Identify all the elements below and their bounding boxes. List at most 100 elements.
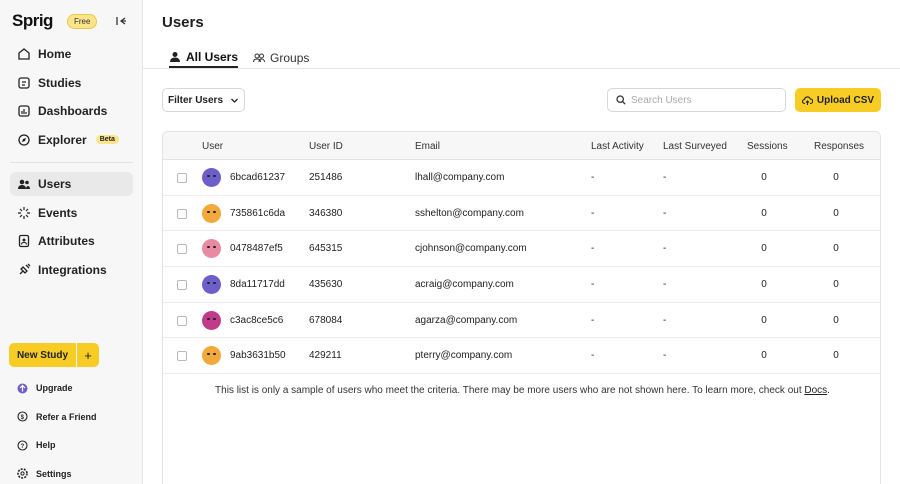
cell-user[interactable]: 735861c6da bbox=[230, 208, 285, 219]
new-study-plus-button[interactable]: + bbox=[77, 343, 99, 367]
row-checkbox[interactable] bbox=[177, 208, 187, 219]
table-row[interactable]: c3ac8ce5c6 678084 agarza@company.com - - 0 0 bbox=[163, 303, 880, 339]
row-checkbox[interactable] bbox=[177, 173, 187, 183]
integrations-icon bbox=[17, 263, 31, 277]
cell-sessions: 0 bbox=[761, 350, 767, 362]
avatar bbox=[202, 310, 221, 330]
sidebar-item-explorer[interactable]: Explorer Beta bbox=[10, 128, 133, 152]
sidebar-item-users[interactable]: Users bbox=[10, 172, 133, 196]
footer-item-label: Help bbox=[36, 440, 56, 451]
svg-text:?: ? bbox=[21, 444, 25, 450]
new-study-button[interactable]: New Study bbox=[9, 343, 76, 367]
sample-footnote: This list is only a sample of users who … bbox=[163, 385, 880, 396]
sidebar-item-label: Users bbox=[38, 177, 72, 191]
table-row[interactable]: 6bcad61237 251486 lhall@company.com - - 0 0 bbox=[163, 160, 880, 196]
column-header-sessions[interactable]: Sessions bbox=[747, 141, 788, 152]
sidebar-item-label: Home bbox=[38, 47, 72, 61]
sidebar-item-events[interactable]: Events bbox=[10, 201, 133, 225]
column-header-responses[interactable]: Responses bbox=[814, 141, 864, 152]
primary-nav: Home Studies Dashboards Explorer Beta bbox=[10, 42, 133, 156]
sidebar-item-upgrade[interactable]: Upgrade bbox=[17, 374, 137, 403]
avatar bbox=[202, 239, 221, 259]
upgrade-icon bbox=[17, 383, 28, 394]
groups-icon bbox=[253, 53, 266, 63]
sidebar-item-refer[interactable]: $ Refer a Friend bbox=[17, 403, 137, 432]
sidebar-divider bbox=[10, 162, 133, 163]
tab-all-users[interactable]: All Users bbox=[169, 48, 239, 68]
sidebar-item-attributes[interactable]: Attributes bbox=[10, 229, 133, 253]
row-checkbox[interactable] bbox=[177, 244, 187, 255]
cell-email: sshelton@company.com bbox=[415, 207, 524, 219]
docs-link[interactable]: Docs bbox=[804, 385, 827, 396]
column-header-user[interactable]: User bbox=[202, 141, 223, 152]
table-row[interactable]: 8da11717dd 435630 acraig@company.com - - 0 0 bbox=[163, 267, 880, 303]
sprig-logo[interactable]: Sprig bbox=[12, 11, 53, 31]
column-header-last-activity[interactable]: Last Activity bbox=[591, 141, 644, 152]
cell-responses: 0 bbox=[833, 243, 839, 255]
sidebar-item-help[interactable]: ? Help bbox=[17, 431, 137, 460]
cell-sessions: 0 bbox=[761, 314, 767, 326]
cell-user[interactable]: 9ab3631b50 bbox=[230, 350, 286, 361]
cell-sessions: 0 bbox=[761, 243, 767, 255]
filter-users-button[interactable]: Filter Users bbox=[162, 88, 245, 112]
sidebar-item-home[interactable]: Home bbox=[10, 42, 133, 66]
sidebar-item-integrations[interactable]: Integrations bbox=[10, 258, 133, 282]
cell-user[interactable]: c3ac8ce5c6 bbox=[230, 315, 283, 326]
cell-last-activity: - bbox=[591, 207, 595, 219]
user-icon bbox=[170, 52, 180, 62]
avatar bbox=[202, 346, 221, 366]
search-input[interactable] bbox=[631, 94, 781, 106]
sidebar-item-studies[interactable]: Studies bbox=[10, 71, 133, 95]
secondary-nav: Users Events Attributes Integrations bbox=[10, 172, 133, 286]
table-row[interactable]: 735861c6da 346380 sshelton@company.com - - 0 0 bbox=[163, 196, 880, 232]
sidebar-item-dashboards[interactable]: Dashboards bbox=[10, 99, 133, 123]
table-row[interactable]: 9ab3631b50 429211 pterry@company.com - - 0 0 bbox=[163, 338, 880, 375]
column-header-user-id[interactable]: User ID bbox=[309, 141, 343, 152]
sidebar-item-settings[interactable]: Settings bbox=[17, 460, 137, 484]
page-title: Users bbox=[162, 14, 204, 31]
cell-last-activity: - bbox=[591, 279, 595, 291]
tab-groups[interactable]: Groups bbox=[253, 48, 309, 68]
sidebar-item-label: Integrations bbox=[38, 262, 107, 277]
row-checkbox[interactable] bbox=[177, 280, 187, 291]
new-study-group: New Study + bbox=[9, 343, 99, 367]
events-icon bbox=[17, 206, 31, 220]
dashboards-icon bbox=[17, 104, 31, 118]
beta-badge: Beta bbox=[95, 135, 119, 145]
footnote-end: . bbox=[827, 385, 830, 396]
cell-responses: 0 bbox=[833, 279, 839, 291]
upload-csv-button[interactable]: Upload CSV bbox=[795, 88, 881, 112]
table-row[interactable]: 0478487ef5 645315 cjohnson@company.com - - 0 0 bbox=[163, 231, 880, 268]
settings-icon bbox=[17, 468, 28, 480]
svg-text:$: $ bbox=[21, 415, 25, 421]
cell-last-activity: - bbox=[591, 243, 595, 255]
cell-user-id: 435630 bbox=[309, 279, 343, 291]
chevron-down-icon bbox=[231, 98, 238, 103]
cell-user-id: 251486 bbox=[309, 172, 343, 183]
column-header-email[interactable]: Email bbox=[415, 141, 440, 152]
sidebar-item-label: Explorer bbox=[38, 132, 87, 147]
cell-user[interactable]: 6bcad61237 bbox=[230, 172, 285, 183]
cell-user[interactable]: 8da11717dd bbox=[230, 279, 285, 290]
sidebar-item-label: Dashboards bbox=[38, 104, 108, 119]
row-checkbox[interactable] bbox=[177, 351, 187, 362]
footnote-text: This list is only a sample of users who … bbox=[215, 385, 805, 396]
tab-label: All Users bbox=[186, 50, 239, 64]
row-checkbox[interactable] bbox=[177, 315, 187, 326]
sidebar-item-label: Attributes bbox=[38, 234, 95, 249]
collapse-sidebar-icon[interactable] bbox=[114, 14, 128, 28]
cell-last-activity: - bbox=[591, 172, 595, 183]
footer-item-label: Refer a Friend bbox=[36, 411, 97, 422]
avatar bbox=[202, 275, 221, 295]
cell-sessions: 0 bbox=[761, 279, 767, 291]
cell-user[interactable]: 0478487ef5 bbox=[230, 243, 283, 254]
cell-user-id: 678084 bbox=[309, 314, 343, 326]
footer-item-label: Upgrade bbox=[36, 383, 73, 394]
upload-cloud-icon bbox=[801, 95, 813, 105]
cell-responses: 0 bbox=[833, 172, 839, 183]
column-header-last-surveyed[interactable]: Last Surveyed bbox=[663, 141, 727, 152]
search-box bbox=[607, 88, 786, 112]
sidebar: Sprig Free Home Studies Dashboards Explo… bbox=[0, 0, 143, 484]
sidebar-item-label: Studies bbox=[38, 75, 82, 90]
users-table: User User ID Email Last Activity Last Su… bbox=[162, 131, 881, 484]
